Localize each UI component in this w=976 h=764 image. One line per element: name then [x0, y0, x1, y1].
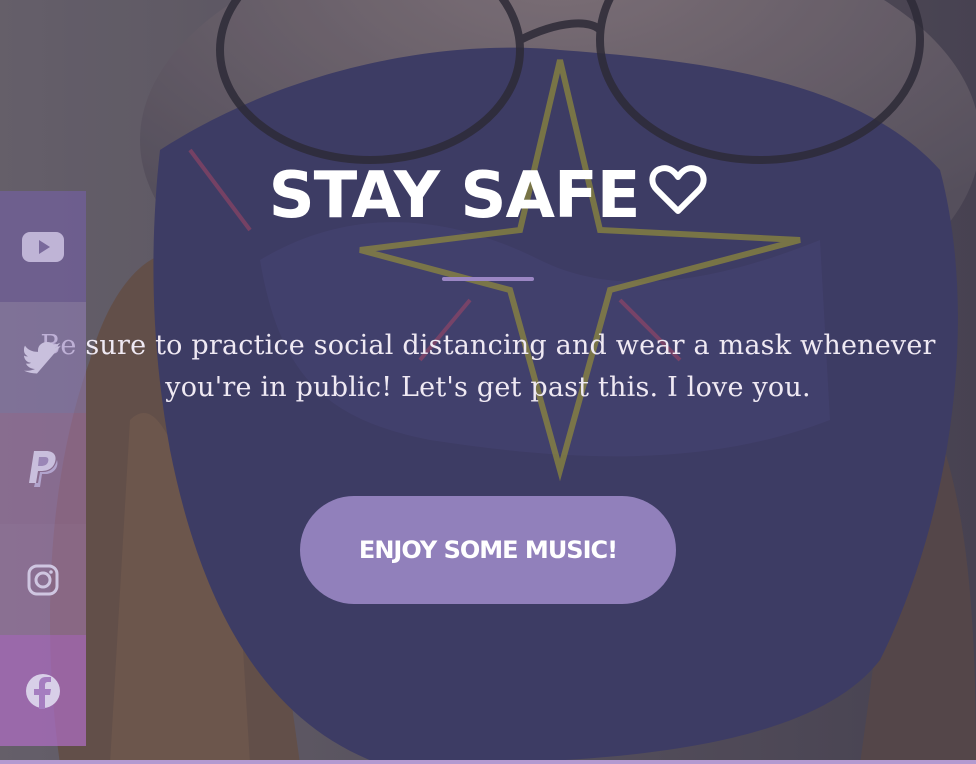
- heart-outline-icon: [649, 157, 707, 233]
- bottom-accent-strip: [0, 760, 976, 764]
- social-link-twitter[interactable]: [0, 302, 86, 413]
- page-title-text: STAY SAFE: [268, 159, 641, 233]
- page-title: STAY SAFE: [0, 158, 976, 234]
- social-sidebar: [0, 191, 86, 746]
- enjoy-music-button[interactable]: ENJOY SOME MUSIC!: [300, 496, 676, 604]
- social-link-youtube[interactable]: [0, 191, 86, 302]
- hero-content: STAY SAFE Be sure to practice social dis…: [0, 0, 976, 764]
- title-divider: [442, 277, 534, 281]
- instagram-icon: [27, 564, 59, 596]
- social-link-paypal[interactable]: [0, 413, 86, 524]
- facebook-icon: [25, 673, 61, 709]
- hero-subtitle: Be sure to practice social distancing an…: [40, 330, 936, 403]
- youtube-icon: [22, 231, 64, 262]
- social-link-facebook[interactable]: [0, 635, 86, 746]
- paypal-icon: [28, 450, 58, 487]
- twitter-icon: [24, 341, 62, 374]
- social-link-instagram[interactable]: [0, 524, 86, 635]
